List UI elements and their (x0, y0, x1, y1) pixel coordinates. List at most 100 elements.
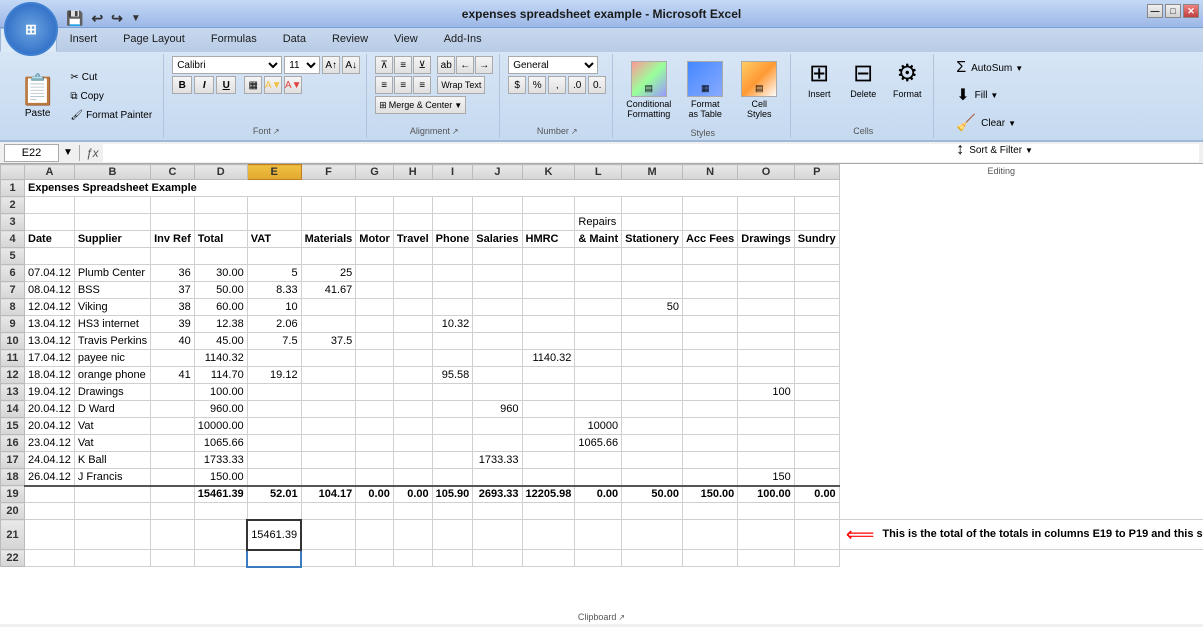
col-header-C[interactable]: C (151, 165, 195, 180)
col-header-M[interactable]: M (622, 165, 683, 180)
cell[interactable] (194, 214, 247, 231)
cell[interactable] (794, 367, 839, 384)
cell[interactable] (432, 418, 473, 435)
cell[interactable]: 95.58 (432, 367, 473, 384)
paste-button[interactable]: 📋 Paste (10, 54, 65, 138)
cell[interactable] (794, 401, 839, 418)
cell[interactable] (522, 248, 575, 265)
cell[interactable] (393, 452, 432, 469)
cell[interactable] (356, 520, 394, 550)
cell[interactable]: Inv Ref (151, 231, 195, 248)
sort-filter-button[interactable]: ↕ Sort & Filter ▼ (951, 138, 1051, 162)
cell[interactable]: Expenses Spreadsheet Example (25, 180, 840, 197)
cell[interactable]: Travel (393, 231, 432, 248)
cell[interactable]: 41 (151, 367, 195, 384)
cell[interactable] (794, 316, 839, 333)
col-header-B[interactable]: B (74, 165, 150, 180)
cell[interactable]: 150.00 (194, 469, 247, 486)
cell[interactable] (522, 418, 575, 435)
cell[interactable] (356, 550, 394, 567)
cell[interactable]: 26.04.12 (25, 469, 75, 486)
cell[interactable]: 960.00 (194, 401, 247, 418)
cell[interactable] (622, 435, 683, 452)
cell[interactable]: 41.67 (301, 282, 356, 299)
row-header-2[interactable]: 2 (1, 197, 25, 214)
cell[interactable] (356, 435, 394, 452)
cell[interactable] (356, 367, 394, 384)
cell[interactable] (356, 452, 394, 469)
cell[interactable] (356, 418, 394, 435)
cell[interactable]: Repairs (575, 214, 622, 231)
insert-button[interactable]: ⊞ Insert (799, 56, 839, 102)
cell[interactable] (682, 520, 737, 550)
cell[interactable] (301, 316, 356, 333)
cell[interactable]: 50.00 (622, 486, 683, 503)
cell[interactable]: 2693.33 (473, 486, 522, 503)
cell[interactable] (25, 550, 75, 567)
cell[interactable] (151, 384, 195, 401)
cell[interactable] (682, 333, 737, 350)
cell[interactable]: Stationery (622, 231, 683, 248)
cell[interactable] (622, 214, 683, 231)
cell[interactable] (393, 316, 432, 333)
cell[interactable] (25, 486, 75, 503)
cell[interactable]: Vat (74, 435, 150, 452)
cell[interactable]: Total (194, 231, 247, 248)
cell[interactable] (575, 384, 622, 401)
font-expand-icon[interactable]: ↗ (273, 127, 280, 136)
cell[interactable] (522, 299, 575, 316)
cell[interactable] (522, 550, 575, 567)
cell[interactable] (301, 367, 356, 384)
row-header-8[interactable]: 8 (1, 299, 25, 316)
col-header-O[interactable]: O (738, 165, 795, 180)
cell[interactable] (432, 401, 473, 418)
cell[interactable] (794, 452, 839, 469)
cell[interactable] (74, 214, 150, 231)
cell[interactable] (682, 214, 737, 231)
cell[interactable] (432, 435, 473, 452)
cell[interactable] (794, 469, 839, 486)
cell[interactable] (473, 435, 522, 452)
maximize-button[interactable]: □ (1165, 4, 1181, 18)
clear-dropdown-icon[interactable]: ▼ (1008, 119, 1016, 128)
cell[interactable] (393, 418, 432, 435)
merge-center-button[interactable]: ⊞ Merge & Center ▼ (375, 96, 466, 114)
tab-formulas[interactable]: Formulas (198, 28, 270, 52)
cell[interactable]: 10000.00 (194, 418, 247, 435)
cell[interactable] (575, 520, 622, 550)
col-header-G[interactable]: G (356, 165, 394, 180)
cell[interactable]: 08.04.12 (25, 282, 75, 299)
percent-button[interactable]: % (528, 76, 546, 94)
cell[interactable] (794, 418, 839, 435)
cell[interactable] (356, 350, 394, 367)
undo-icon[interactable]: ↩ (89, 8, 105, 29)
cell[interactable] (432, 350, 473, 367)
delete-button[interactable]: ⊟ Delete (843, 56, 883, 102)
copy-button[interactable]: ⧉ Copy (65, 88, 157, 105)
cell[interactable]: 60.00 (194, 299, 247, 316)
cell[interactable] (522, 316, 575, 333)
cell[interactable] (738, 316, 795, 333)
cell[interactable] (151, 214, 195, 231)
cell[interactable] (738, 367, 795, 384)
cell[interactable]: 100 (738, 384, 795, 401)
cell[interactable] (738, 299, 795, 316)
cell[interactable] (473, 384, 522, 401)
cell[interactable] (794, 197, 839, 214)
cell[interactable] (522, 384, 575, 401)
tab-view[interactable]: View (381, 28, 431, 52)
cell[interactable] (738, 214, 795, 231)
cell[interactable]: 0.00 (356, 486, 394, 503)
row-header-20[interactable]: 20 (1, 503, 25, 520)
fill-button[interactable]: ⬇ Fill ▼ (951, 82, 1051, 108)
cell[interactable]: 10000 (575, 418, 622, 435)
cell[interactable]: 15461.39 (247, 520, 301, 550)
cell[interactable]: 114.70 (194, 367, 247, 384)
cell[interactable] (393, 435, 432, 452)
cell[interactable] (393, 299, 432, 316)
cell[interactable] (522, 520, 575, 550)
cell[interactable]: VAT (247, 231, 301, 248)
cell[interactable] (682, 299, 737, 316)
cell[interactable] (151, 435, 195, 452)
cell[interactable] (393, 214, 432, 231)
